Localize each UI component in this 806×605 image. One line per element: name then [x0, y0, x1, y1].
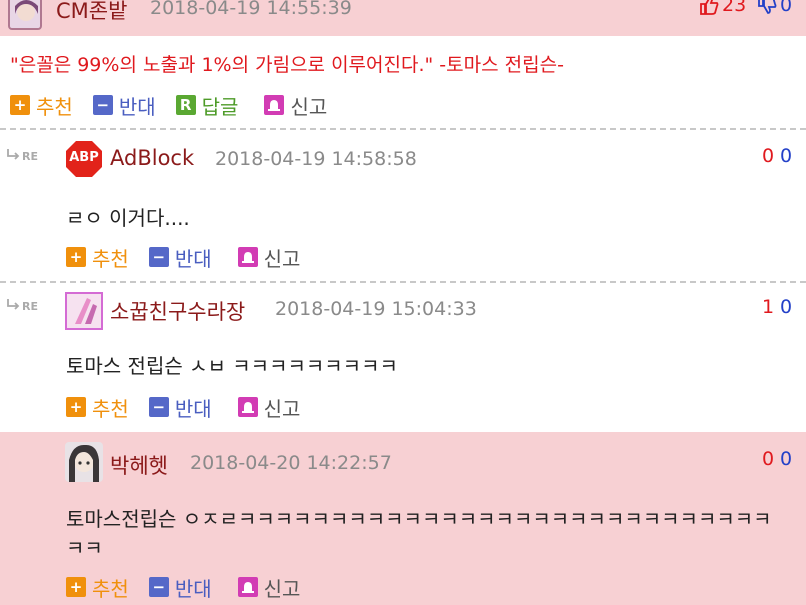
oppose-button[interactable]: − 반대: [92, 91, 156, 120]
minus-icon: −: [148, 247, 169, 267]
siren-icon: [237, 577, 258, 597]
top-post-quote: "은꼴은 99%의 노출과 1%의 가림으로 이루어진다." -토마스 전립슨-: [10, 54, 564, 76]
recommend-button[interactable]: + 추천: [66, 393, 129, 422]
comment-nickname[interactable]: 박헤헷: [110, 450, 168, 480]
plus-icon: +: [66, 397, 86, 417]
recommend-button[interactable]: + 추천: [66, 243, 129, 272]
minus-icon: −: [92, 95, 113, 115]
siren-icon: [264, 95, 285, 115]
siren-icon: [237, 247, 258, 267]
comment-text: 토마스 전립슨 ㅅㅂ ㅋㅋㅋㅋㅋㅋㅋㅋㅋ: [66, 354, 398, 378]
comment-up-count: 0: [762, 448, 775, 470]
thumbs-up-icon[interactable]: [698, 0, 720, 20]
comment-text: ㄹㅇ 이거다....: [66, 206, 190, 230]
recommend-button[interactable]: + 추천: [66, 573, 129, 602]
comment-down-count: 0: [780, 296, 793, 318]
recommend-button[interactable]: + 추천: [10, 91, 73, 120]
thumbs-down-icon[interactable]: [756, 0, 778, 20]
top-post-date: 2018-04-19 14:55:39: [150, 0, 352, 19]
top-post-actions: + 추천 − 반대 R 답글 신고: [10, 91, 327, 120]
re-label: RE: [22, 150, 38, 163]
top-post-nickname[interactable]: CM존밭: [56, 0, 127, 25]
abp-avatar[interactable]: ABP: [65, 140, 103, 178]
reply-arrow-icon: [6, 296, 20, 315]
plus-icon: +: [66, 247, 86, 267]
comment-up-count: 1: [762, 296, 775, 318]
top-post-dislikes: 0: [780, 0, 793, 16]
re-label: RE: [22, 300, 38, 313]
divider: [0, 281, 806, 283]
comment-actions: + 추천 − 반대 신고: [66, 393, 300, 422]
plus-icon: +: [66, 577, 86, 597]
comment-actions: + 추천 − 반대 신고: [66, 243, 300, 272]
comment-nickname[interactable]: AdBlock: [110, 146, 194, 170]
top-post-likes: 23: [722, 0, 747, 16]
comment-date: 2018-04-19 14:58:58: [215, 148, 417, 170]
user-avatar[interactable]: [65, 292, 103, 330]
top-post-avatar[interactable]: [8, 0, 42, 30]
comment-up-count: 0: [762, 145, 775, 167]
report-button[interactable]: 신고: [237, 393, 300, 422]
reply-arrow-icon: [6, 146, 20, 165]
oppose-button[interactable]: − 반대: [148, 573, 212, 602]
comment-text-line-2: ㅋㅋ: [66, 536, 103, 560]
reply-button[interactable]: R 답글: [175, 91, 238, 120]
minus-icon: −: [148, 577, 169, 597]
siren-icon: [237, 397, 258, 417]
oppose-button[interactable]: − 반대: [148, 243, 212, 272]
user-avatar[interactable]: [65, 442, 103, 482]
report-button[interactable]: 신고: [237, 573, 300, 602]
comment-nickname[interactable]: 소꿉친구수라장: [110, 296, 245, 326]
comment-date: 2018-04-20 14:22:57: [190, 452, 392, 474]
comment-down-count: 0: [780, 145, 793, 167]
comment-date: 2018-04-19 15:04:33: [275, 298, 477, 320]
comment-actions: + 추천 − 반대 신고: [66, 573, 300, 602]
abp-logo-text: ABP: [69, 150, 99, 165]
report-button[interactable]: 신고: [264, 91, 327, 120]
comment-down-count: 0: [780, 448, 793, 470]
report-button[interactable]: 신고: [237, 243, 300, 272]
r-icon: R: [175, 95, 196, 115]
oppose-button[interactable]: − 반대: [148, 393, 212, 422]
minus-icon: −: [148, 397, 169, 417]
divider: [0, 128, 806, 130]
plus-icon: +: [10, 95, 30, 115]
comment-text-line-1: 토마스전립슨 ㅇㅈㄹㅋㅋㅋㅋㅋㅋㅋㅋㅋㅋㅋㅋㅋㅋㅋㅋㅋㅋㅋㅋㅋㅋㅋㅋㅋㅋㅋㅋㅋ: [66, 507, 772, 531]
